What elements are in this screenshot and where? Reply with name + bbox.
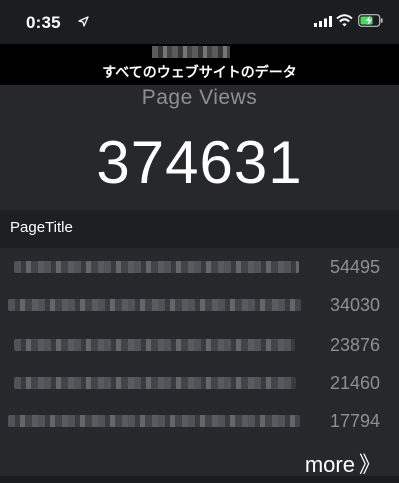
- table-row[interactable]: 21460: [0, 365, 399, 403]
- battery-charging-icon: [358, 14, 383, 27]
- row-pageviews: 54495: [329, 257, 380, 277]
- site-title-redacted: [152, 46, 230, 58]
- page-title-redacted: [8, 299, 301, 311]
- more-label: more: [304, 452, 355, 477]
- metric-value: 374631: [96, 129, 303, 196]
- table-row[interactable]: 23876: [0, 327, 399, 365]
- status-time: 0:35: [26, 13, 61, 32]
- column-header-pagetitle: PageTitle: [10, 219, 73, 236]
- row-pageviews: 17794: [329, 411, 380, 431]
- row-pageviews: 23876: [329, 335, 380, 355]
- row-pageviews: 21460: [329, 373, 380, 393]
- table-row[interactable]: 34030: [0, 287, 399, 325]
- wifi-icon: [336, 14, 353, 27]
- page-title-redacted: [14, 261, 299, 273]
- table-header: PageTitle: [0, 210, 399, 248]
- metric-label: Page Views: [141, 86, 258, 109]
- table-row[interactable]: 17794: [0, 403, 399, 441]
- status-bar: 0:35: [0, 0, 399, 44]
- double-chevron-right-icon: 》: [358, 452, 381, 477]
- page-title-redacted: [8, 415, 300, 427]
- row-pageviews: 34030: [329, 295, 380, 315]
- page-title-redacted: [14, 339, 295, 351]
- page-title-redacted: [14, 377, 296, 389]
- bottom-bar: [0, 476, 399, 483]
- signal-icon: [314, 16, 332, 27]
- more-link[interactable]: more 》: [305, 447, 381, 479]
- data-scope-subtitle[interactable]: すべてのウェブサイトのデータ: [0, 62, 399, 82]
- location-arrow-icon: [78, 16, 89, 27]
- table-row[interactable]: 54495: [0, 249, 399, 287]
